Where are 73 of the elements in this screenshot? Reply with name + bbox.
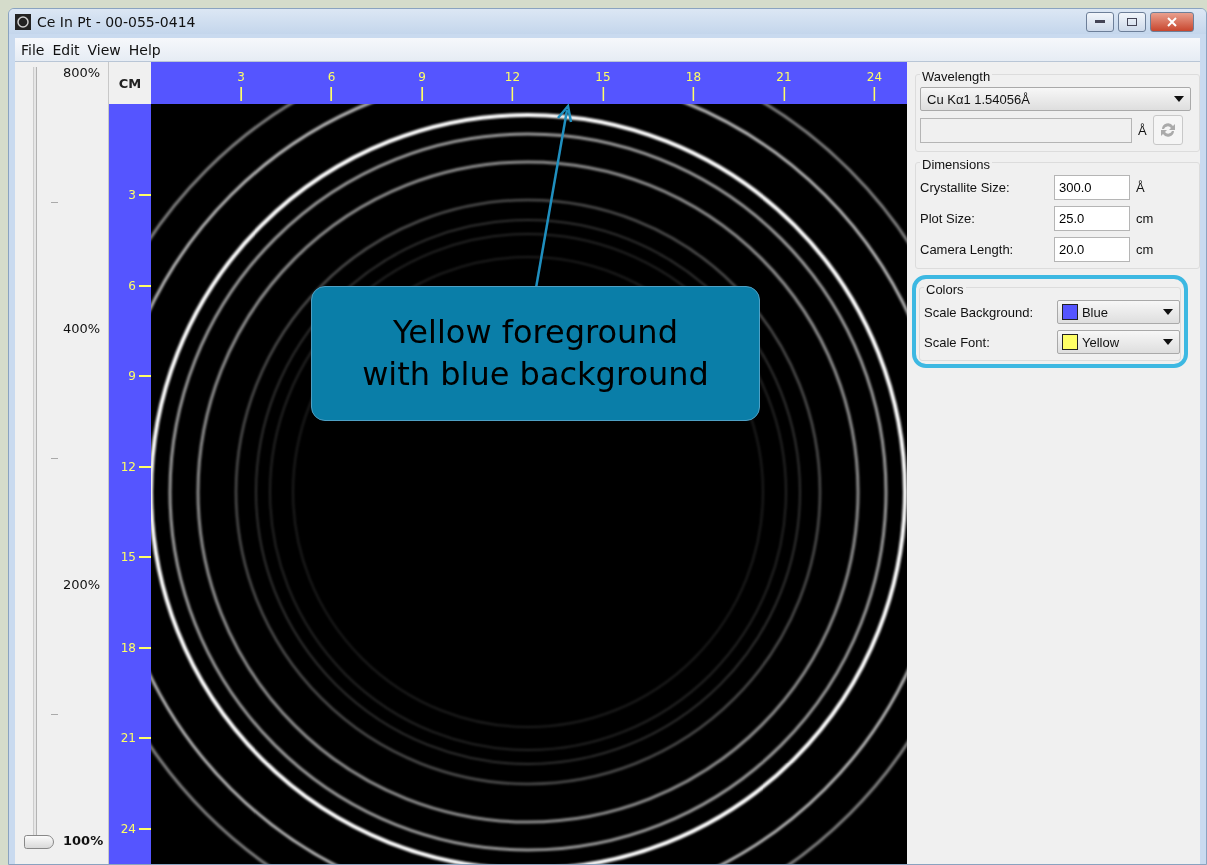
field-label: Scale Font: <box>924 334 991 350</box>
tick-mark <box>139 737 151 739</box>
menu-item[interactable]: File <box>17 41 49 58</box>
ruler-tick-label: 6 <box>327 70 336 84</box>
tick-mark <box>692 87 695 101</box>
caret-icon <box>1174 96 1184 102</box>
number-input[interactable]: 300.0 <box>1054 175 1130 200</box>
menu-item[interactable]: Edit <box>48 41 84 58</box>
close-button[interactable] <box>1150 11 1194 32</box>
maximize-icon <box>1127 17 1137 26</box>
unit-label: cm <box>1136 211 1154 226</box>
field-label: Camera Length: <box>920 242 1015 257</box>
menu-item[interactable]: View <box>83 41 125 58</box>
wavelength-input[interactable] <box>920 117 1132 143</box>
tick-mark <box>139 827 151 830</box>
tick-mark <box>139 284 151 287</box>
panel-title: Wavelength <box>920 69 993 84</box>
ruler-tick-label: 24 <box>866 70 883 84</box>
zoom-label: 400% <box>63 321 101 336</box>
tick-mark <box>240 87 242 101</box>
zoom-label: 200% <box>63 577 101 592</box>
ruler-tick-label: 18 <box>685 70 702 84</box>
menu-item[interactable]: Help <box>124 41 165 58</box>
ruler-tick-label: 12 <box>504 70 521 84</box>
ruler-tick-label: 15 <box>120 550 136 564</box>
ruler-tick-label: 9 <box>418 70 426 84</box>
ruler-tick-label: 9 <box>128 369 136 383</box>
field-label: Scale Background: <box>924 304 1035 320</box>
ruler-tick-label: 12 <box>120 459 136 474</box>
color-dropdown[interactable]: Yellow <box>1056 330 1180 354</box>
tick-mark <box>421 87 423 101</box>
tick-mark <box>602 87 604 101</box>
zoom-slider-thumb[interactable] <box>24 835 54 849</box>
unit-label: cm <box>1136 242 1154 257</box>
wavelength-dropdown[interactable]: Cu Kα1 1.54056Å <box>920 87 1191 111</box>
ruler-tick-label: 3 <box>128 188 136 202</box>
callout-text: Yellow foreground with blue background <box>311 286 760 421</box>
ruler-tick-label: 18 <box>120 640 136 655</box>
zoom-label: 100% <box>63 833 104 848</box>
ruler-tick-label: 3 <box>237 70 245 84</box>
number-input[interactable]: 25.0 <box>1054 206 1130 231</box>
tick-mark <box>139 194 151 196</box>
tick-mark <box>139 465 151 468</box>
ruler-tick-label: 21 <box>776 70 792 84</box>
ruler-tick-label: 6 <box>128 278 136 293</box>
color-dropdown[interactable]: Blue <box>1056 300 1180 324</box>
number-input[interactable]: 20.0 <box>1054 237 1130 262</box>
panel-title: Dimensions <box>920 157 992 172</box>
ruler-tick-label: 24 <box>120 821 136 836</box>
tick-mark <box>330 87 333 101</box>
panel-title: Colors <box>924 282 966 297</box>
tick-mark <box>139 646 151 649</box>
caret-icon <box>1163 309 1173 315</box>
zoom-label: 800% <box>63 65 101 80</box>
tick-mark <box>873 87 876 101</box>
caret-icon <box>1163 339 1173 345</box>
tick-mark <box>139 556 151 558</box>
maximize-button[interactable] <box>1118 11 1146 32</box>
tick-mark <box>783 87 785 101</box>
minimize-icon <box>1095 19 1105 24</box>
minimize-button[interactable] <box>1086 11 1114 32</box>
ruler-tick-label: 21 <box>120 731 136 745</box>
refresh-button[interactable] <box>1152 115 1183 145</box>
ruler-tick-label: 15 <box>595 70 611 84</box>
app-icon <box>15 13 31 30</box>
field-label: Crystallite Size: <box>920 180 1011 195</box>
tick-mark <box>511 87 514 101</box>
field-label: Plot Size: <box>920 211 976 226</box>
close-icon <box>1167 16 1177 27</box>
window-title: Ce In Pt - 00-055-0414 <box>37 13 196 30</box>
tick-mark <box>139 375 151 377</box>
unit-label: Å <box>1136 180 1145 195</box>
unit-label: Å <box>1138 122 1147 138</box>
